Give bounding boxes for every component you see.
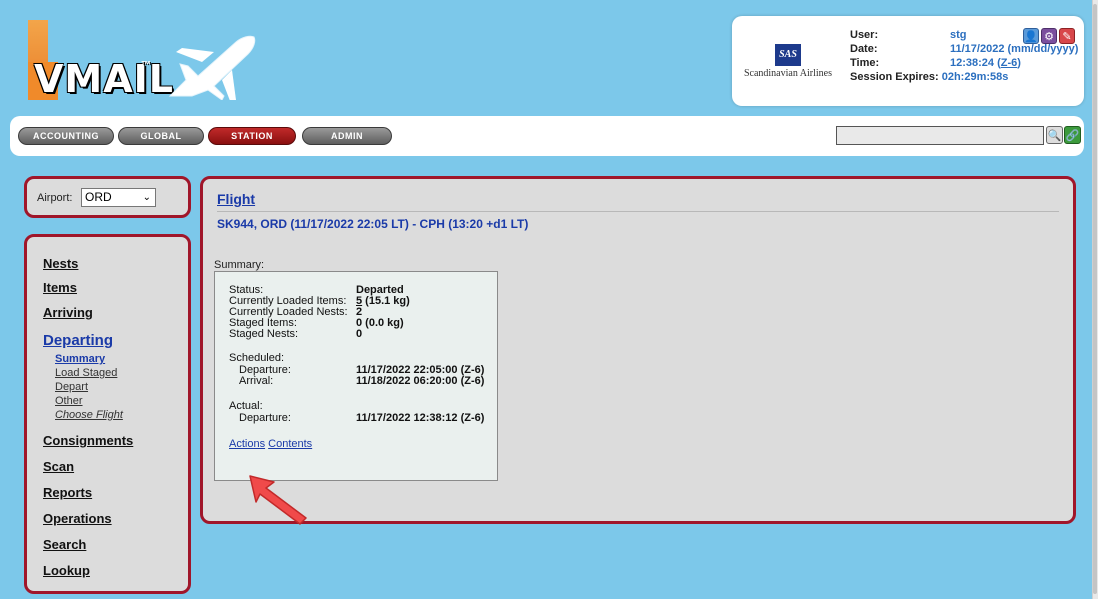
- airport-label: Airport:: [37, 192, 73, 204]
- nav-lookup[interactable]: Lookup: [43, 563, 90, 578]
- expires-value: 02h:29m:58s: [941, 71, 1009, 83]
- tools-icon[interactable]: ✎: [1059, 28, 1075, 44]
- user-action-icons: 👤 ⚙ ✎: [1023, 28, 1075, 44]
- sched-arrival-value: 11/18/2022 06:20:00 (Z-6): [356, 375, 485, 387]
- nav-scan[interactable]: Scan: [43, 459, 74, 474]
- sched-arrival-label: Arrival:: [239, 375, 274, 387]
- date-label: Date:: [850, 43, 878, 55]
- expires-label: Session Expires:: [850, 71, 939, 83]
- time-value: 12:38:24 (Z-6): [950, 56, 1021, 70]
- actual-label: Actual:: [229, 400, 263, 412]
- time-close-paren: ): [1017, 57, 1021, 69]
- nav-operations[interactable]: Operations: [43, 511, 112, 526]
- nav-consignments[interactable]: Consignments: [43, 433, 133, 448]
- flight-title-link[interactable]: Flight: [217, 191, 255, 207]
- sub-nav-choose-flight[interactable]: Choose Flight: [55, 409, 123, 421]
- session-info-box: SAS Scandinavian Airlines User: stg Date:…: [732, 16, 1084, 106]
- actual-departure-value: 11/17/2022 12:38:12 (Z-6): [356, 412, 485, 424]
- time-label: Time:: [850, 57, 880, 69]
- user-value: stg: [950, 29, 967, 41]
- tab-global[interactable]: GLOBAL: [118, 127, 204, 145]
- nav-reports[interactable]: Reports: [43, 485, 92, 500]
- flight-summary-box: Status: Departed Currently Loaded Items: 5…: [214, 271, 498, 481]
- airport-selected-value: ORD: [85, 190, 112, 204]
- staged-items-value: 0 (0.0 kg): [356, 317, 404, 329]
- summary-links: Actions Contents: [229, 438, 312, 450]
- user-label: User:: [850, 29, 879, 41]
- scheduled-label: Scheduled:: [229, 352, 285, 364]
- nav-nests[interactable]: Nests: [43, 256, 78, 271]
- staged-nests-label: Staged Nests:: [229, 328, 299, 340]
- link-icon[interactable]: 🔗: [1064, 126, 1081, 144]
- sas-mark: SAS: [775, 44, 801, 66]
- scrollbar-thumb[interactable]: [1093, 4, 1097, 594]
- tab-accounting[interactable]: ACCOUNTING: [18, 127, 114, 145]
- vmail-logo: VMAIL ™: [28, 20, 258, 105]
- user-profile-icon[interactable]: 👤: [1023, 28, 1039, 44]
- nav-departing[interactable]: Departing: [43, 332, 113, 349]
- sub-nav-load-staged[interactable]: Load Staged: [55, 367, 117, 379]
- tab-admin[interactable]: ADMIN: [302, 127, 392, 145]
- nav-search[interactable]: Search: [43, 537, 86, 552]
- date-value: 11/17/2022 (mm/dd/yyyy): [950, 43, 1079, 55]
- staged-nests-value: 0: [356, 328, 363, 340]
- sub-nav-other[interactable]: Other: [55, 395, 83, 407]
- main-tab-bar: ACCOUNTING GLOBAL STATION ADMIN 🔍 🔗: [10, 116, 1084, 156]
- app-background: VMAIL ™ SAS Scandinavian Airlines User: s…: [0, 0, 1092, 599]
- logo-text: VMAIL: [34, 57, 174, 101]
- sub-nav-depart[interactable]: Depart: [55, 381, 88, 393]
- summary-label: Summary:: [214, 259, 265, 271]
- flight-route-heading: SK944, ORD (11/17/2022 22:05 LT) - CPH (…: [217, 217, 529, 231]
- airplane-icon: [168, 35, 256, 100]
- logo-trademark: ™: [141, 60, 151, 71]
- settings-gear-icon[interactable]: ⚙: [1041, 28, 1057, 44]
- chevron-down-icon: ⌄: [142, 192, 151, 203]
- actual-departure-label: Departure:: [239, 412, 291, 424]
- actions-link[interactable]: Actions: [229, 438, 265, 450]
- sub-nav-summary[interactable]: Summary: [55, 353, 105, 365]
- flight-main-panel: Flight SK944, ORD (11/17/2022 22:05 LT) …: [200, 176, 1076, 524]
- contents-link[interactable]: Contents: [268, 438, 312, 450]
- staged-nests-row: Staged Nests: 0: [229, 328, 362, 340]
- time-value-text: 12:38:24 (: [950, 57, 1001, 69]
- sched-arrival-row: Arrival: 11/18/2022 06:20:00 (Z-6): [229, 375, 484, 387]
- airline-logo: SAS Scandinavian Airlines: [738, 44, 838, 79]
- pointer-arrow-icon: [249, 475, 307, 525]
- airport-panel: Airport: ORD ⌄: [24, 176, 191, 218]
- actual-departure-row: Departure: 11/17/2022 12:38:12 (Z-6): [229, 412, 484, 424]
- global-search-input[interactable]: [836, 126, 1044, 145]
- time-zone-link[interactable]: Z-6: [1001, 57, 1018, 69]
- airline-name: Scandinavian Airlines: [743, 68, 833, 79]
- nav-items[interactable]: Items: [43, 280, 77, 295]
- search-icon[interactable]: 🔍: [1046, 126, 1063, 144]
- title-divider: [217, 211, 1059, 212]
- nav-arriving[interactable]: Arriving: [43, 305, 93, 320]
- loaded-items-weight: (15.1 kg): [362, 295, 410, 307]
- airport-select[interactable]: ORD ⌄: [81, 188, 156, 207]
- tab-station[interactable]: STATION: [208, 127, 296, 145]
- sidebar-nav: Nests Items Arriving Departing Summary L…: [24, 234, 191, 594]
